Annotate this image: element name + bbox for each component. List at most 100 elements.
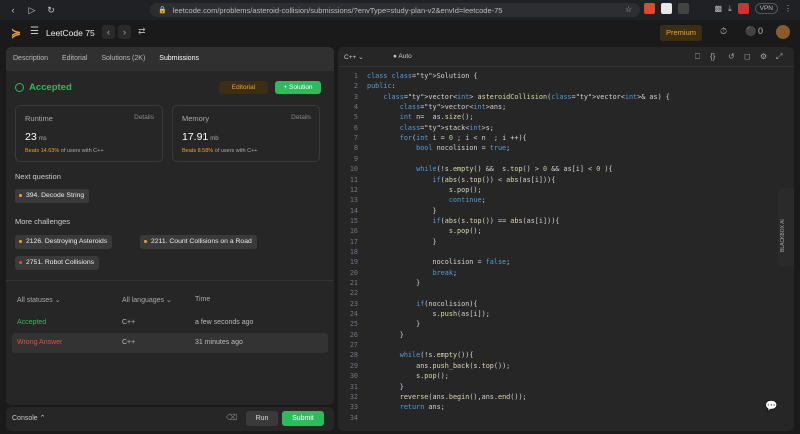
timer-icon[interactable]: ⏱ bbox=[720, 26, 727, 37]
code-line[interactable]: return ans; bbox=[367, 403, 445, 411]
difficulty-dot bbox=[19, 194, 22, 197]
code-line[interactable]: if(abs(s.top()) == abs(as[i])){ bbox=[367, 217, 559, 225]
runtime-details-link[interactable]: Details bbox=[134, 114, 154, 121]
braces-icon[interactable]: {} bbox=[710, 52, 715, 61]
line-number: 12 bbox=[349, 185, 358, 194]
shuffle-icon[interactable]: ⇄ bbox=[138, 26, 146, 37]
left-panel: Description Editorial Solutions (2K) Sub… bbox=[6, 47, 334, 405]
trash-icon[interactable]: ⌫ bbox=[226, 413, 237, 422]
code-line[interactable]: class="ty">vector<int>ans; bbox=[367, 103, 506, 111]
submission-status[interactable]: Accepted bbox=[17, 319, 46, 326]
streak-icon[interactable]: ⚫ bbox=[745, 26, 756, 37]
next-problem-button[interactable]: › bbox=[118, 25, 131, 39]
run-button[interactable]: Run bbox=[246, 411, 278, 426]
leetcode-logo-icon[interactable]: ≽ bbox=[11, 26, 25, 40]
auto-mode[interactable]: ● Auto bbox=[393, 53, 412, 60]
challenge-chip[interactable]: 2211. Count Collisions on a Road bbox=[140, 235, 257, 249]
memory-card[interactable]: Memory Details 17.91 mb Beats 8.58% of us… bbox=[172, 105, 320, 162]
code-line[interactable]: bool nocolision = true; bbox=[367, 144, 510, 152]
challenge-chip[interactable]: 2751. Robot Collisions bbox=[15, 256, 100, 270]
code-line[interactable]: } bbox=[367, 207, 436, 215]
extension-icon[interactable] bbox=[677, 3, 689, 14]
line-number: 19 bbox=[349, 258, 358, 267]
bookmark-star-icon[interactable]: ☆ bbox=[625, 5, 632, 14]
problem-list-icon[interactable]: ☰ bbox=[30, 26, 39, 37]
code-line[interactable]: while(!s.empty() && s.top() > 0 && as[i]… bbox=[367, 165, 612, 173]
download-icon[interactable]: ⤓ bbox=[728, 4, 732, 14]
code-line[interactable]: class="ty">vector<int> asteroidCollision… bbox=[367, 93, 670, 101]
code-line[interactable]: reverse(ans.begin(),ans.end()); bbox=[367, 393, 527, 401]
challenge-chip[interactable]: 2126. Destroying Asteroids bbox=[15, 235, 113, 249]
settings-icon[interactable]: ⚙ bbox=[760, 52, 767, 61]
submission-row[interactable]: Accepted C++ a few seconds ago bbox=[12, 313, 328, 333]
language-select[interactable]: C++ ⌄ bbox=[344, 53, 364, 61]
app-header: ≽ ☰ LeetCode 75 ‹ › ⇄ Premium ⏱ ⚫ 0 bbox=[0, 20, 800, 46]
line-number: 28 bbox=[349, 351, 358, 360]
code-line[interactable]: s.push(as[i]); bbox=[367, 310, 489, 318]
puzzle-icon[interactable]: ▩ bbox=[715, 4, 723, 13]
divider bbox=[6, 280, 334, 281]
chevron-down-icon: ⌄ bbox=[165, 297, 172, 304]
tab-description[interactable]: Description bbox=[6, 47, 55, 71]
runtime-beats: Beats 14.63% of users with C++ bbox=[25, 148, 104, 154]
blackbox-label: BLACKBOX AI bbox=[780, 219, 786, 252]
code-line[interactable]: public: bbox=[367, 82, 396, 90]
notification-icon[interactable] bbox=[737, 3, 749, 14]
premium-button[interactable]: Premium bbox=[660, 25, 702, 41]
blackbox-ai-tab[interactable]: BLACKBOX AI bbox=[778, 188, 794, 266]
code-line[interactable]: if(nocolision){ bbox=[367, 300, 477, 308]
status-filter[interactable]: All statuses ⌄ bbox=[17, 296, 61, 304]
extension-icon[interactable] bbox=[660, 3, 672, 14]
console-toggle[interactable]: Console ⌃ bbox=[12, 414, 46, 422]
bookmark-icon[interactable]: ⎕ bbox=[695, 52, 700, 62]
submission-status[interactable]: Wrong Answer bbox=[17, 339, 62, 346]
vpn-badge[interactable]: VPN bbox=[754, 3, 778, 14]
code-line[interactable]: class="ty">stack<int>s; bbox=[367, 124, 494, 132]
code-editor[interactable]: C++ ⌄ ● Auto ⎕ {} ↺ ◻ ⚙ ⤢ 1 class class="… bbox=[338, 47, 794, 431]
code-line[interactable]: for(int i = 0 ; i < n ; i ++){ bbox=[367, 134, 527, 142]
expand-icon[interactable]: ⤢ bbox=[776, 52, 782, 62]
code-line[interactable]: } bbox=[367, 279, 420, 287]
reset-icon[interactable]: ↺ bbox=[728, 52, 735, 61]
code-line[interactable]: ans.push_back(s.top()); bbox=[367, 362, 510, 370]
code-line[interactable]: while(!s.empty()){ bbox=[367, 351, 474, 359]
code-line[interactable]: if(abs(s.top()) < abs(as[i])){ bbox=[367, 176, 555, 184]
avatar[interactable] bbox=[776, 25, 790, 39]
menu-icon[interactable]: ⋮ bbox=[784, 4, 792, 13]
forward-icon[interactable]: ▷ bbox=[27, 5, 37, 16]
submit-button[interactable]: Submit bbox=[282, 411, 324, 426]
language-filter[interactable]: All languages ⌄ bbox=[122, 296, 172, 304]
back-icon[interactable]: ‹ bbox=[8, 5, 18, 16]
tab-editorial[interactable]: Editorial bbox=[55, 47, 94, 71]
submission-row[interactable]: Wrong Answer C++ 31 minutes ago bbox=[12, 333, 328, 353]
code-line[interactable]: s.pop(); bbox=[367, 186, 482, 194]
fullscreen-icon[interactable]: ◻ bbox=[744, 52, 751, 61]
memory-details-link[interactable]: Details bbox=[291, 114, 311, 121]
code-line[interactable]: break; bbox=[367, 269, 457, 277]
line-number: 23 bbox=[349, 299, 358, 308]
line-number: 20 bbox=[349, 268, 358, 277]
chat-icon[interactable]: 💬 bbox=[765, 401, 777, 412]
extension-icon[interactable] bbox=[643, 3, 655, 14]
tab-solutions[interactable]: Solutions (2K) bbox=[94, 47, 152, 71]
runtime-card[interactable]: Runtime Details 23 ms Beats 14.63% of use… bbox=[15, 105, 163, 162]
code-line[interactable]: } bbox=[367, 320, 420, 328]
problem-list-title[interactable]: LeetCode 75 bbox=[46, 28, 95, 38]
code-line[interactable]: nocolision = false; bbox=[367, 258, 510, 266]
code-line[interactable]: s.pop(); bbox=[367, 372, 449, 380]
address-bar[interactable]: 🔒 leetcode.com/problems/asteroid-collisi… bbox=[150, 3, 640, 17]
code-line[interactable]: } bbox=[367, 331, 404, 339]
code-line[interactable]: continue; bbox=[367, 196, 486, 204]
editorial-button[interactable]: Editorial bbox=[219, 81, 268, 94]
add-solution-button[interactable]: + Solution bbox=[275, 81, 321, 94]
code-line[interactable]: } bbox=[367, 383, 404, 391]
prev-problem-button[interactable]: ‹ bbox=[102, 25, 115, 39]
reload-icon[interactable]: ↻ bbox=[46, 5, 56, 16]
code-line[interactable]: } bbox=[367, 238, 436, 246]
next-question-chip[interactable]: 394. Decode String bbox=[15, 189, 90, 203]
code-line[interactable]: class class="ty">Solution { bbox=[367, 72, 478, 80]
tab-submissions[interactable]: Submissions bbox=[152, 47, 206, 71]
code-line[interactable]: int n= as.size(); bbox=[367, 113, 474, 121]
code-line[interactable]: s.pop(); bbox=[367, 227, 482, 235]
difficulty-dot bbox=[19, 261, 22, 264]
